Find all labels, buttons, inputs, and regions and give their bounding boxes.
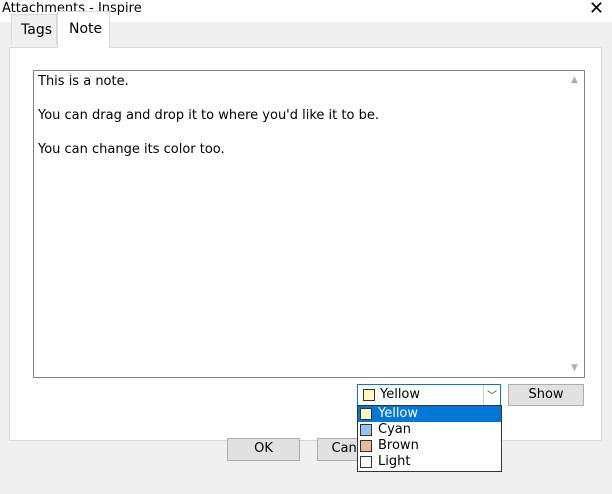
option-label: Light <box>378 454 411 469</box>
note-textarea[interactable]: This is a note. You can drag and drop it… <box>33 70 585 378</box>
color-select-value: Yellow <box>380 387 421 402</box>
note-line: This is a note. <box>38 74 129 89</box>
scroll-up-icon[interactable]: ▲ <box>571 75 578 85</box>
close-icon[interactable]: ✕ <box>589 0 604 19</box>
option-label: Cyan <box>378 422 411 437</box>
color-select[interactable]: Yellow ﹀ <box>357 384 501 406</box>
color-option-yellow[interactable]: Yellow <box>358 406 501 422</box>
color-swatch <box>360 408 372 420</box>
color-swatch <box>360 456 372 468</box>
color-option-cyan[interactable]: Cyan <box>358 422 501 438</box>
tab-note[interactable]: Note <box>57 11 110 48</box>
note-line: You can change its color too. <box>38 142 225 157</box>
tab-label: Note <box>69 21 103 37</box>
scroll-down-icon[interactable]: ▼ <box>571 363 578 373</box>
vertical-scrollbar[interactable]: ▲ ▼ <box>567 71 584 377</box>
chevron-down-icon: ﹀ <box>487 391 497 402</box>
option-label: Yellow <box>378 406 419 421</box>
color-swatch <box>360 424 372 436</box>
option-label: Brown <box>378 438 419 453</box>
show-button[interactable]: Show <box>508 384 584 406</box>
note-line: You can drag and drop it to where you'd … <box>38 108 379 123</box>
ok-button[interactable]: OK <box>227 438 300 461</box>
color-swatch <box>360 440 372 452</box>
color-option-light[interactable]: Light <box>358 454 501 470</box>
color-swatch <box>363 389 375 401</box>
tab-label: Tags <box>21 22 52 38</box>
color-dropdown-list: Yellow Cyan Brown Light <box>357 405 502 472</box>
dropdown-button[interactable]: ﹀ <box>483 385 500 405</box>
tab-tags[interactable]: Tags <box>11 14 57 44</box>
color-option-brown[interactable]: Brown <box>358 438 501 454</box>
